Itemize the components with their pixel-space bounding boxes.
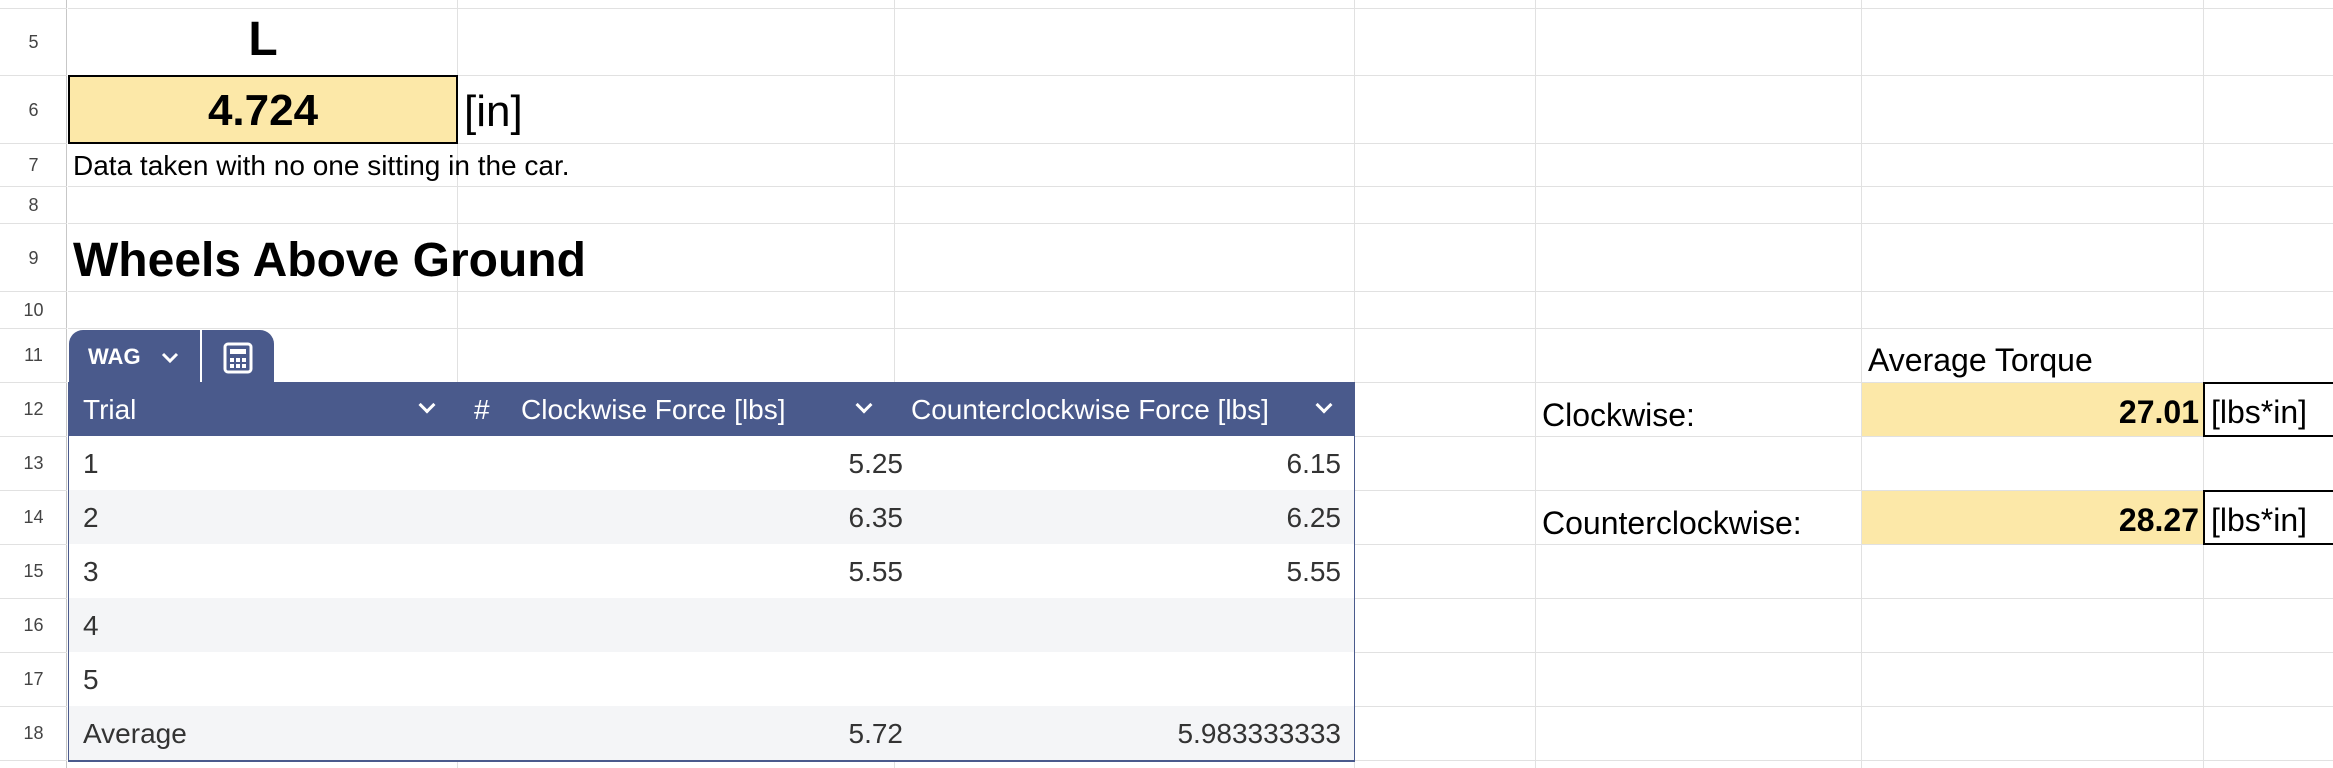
trial-cell[interactable]: 3 — [83, 556, 99, 588]
l-value-cell[interactable]: 4.724 — [68, 75, 458, 144]
trial-cell[interactable]: 2 — [83, 502, 99, 534]
row-gridline — [68, 291, 2333, 292]
column-header-clockwise[interactable]: Clockwise Force [lbs] — [521, 394, 786, 426]
note-cell[interactable]: Data taken with no one sitting in the ca… — [73, 150, 570, 182]
average-label-cell[interactable]: Average — [83, 718, 187, 750]
row-header[interactable]: 9 — [0, 248, 67, 269]
row-header-column: 5 6 7 8 9 10 11 12 13 14 15 16 17 18 — [0, 0, 67, 768]
table-row[interactable]: 3 5.55 5.55 — [69, 544, 1354, 598]
table-name-tab[interactable]: WAG — [69, 330, 200, 383]
table-row[interactable]: 1 5.25 6.15 — [69, 436, 1354, 490]
counterclockwise-cell[interactable]: 6.15 — [1287, 448, 1342, 480]
counterclockwise-unit: [lbs*in] — [2211, 502, 2308, 538]
counterclockwise-torque-cell[interactable]: 28.27 — [1862, 491, 2203, 544]
l-value: 4.724 — [207, 86, 319, 135]
trial-cell[interactable]: 4 — [83, 610, 99, 642]
counterclockwise-average-cell[interactable]: 5.983333333 — [1177, 718, 1341, 750]
row-header[interactable]: 6 — [0, 100, 67, 121]
chevron-down-icon[interactable] — [418, 396, 436, 414]
clockwise-unit: [lbs*in] — [2211, 394, 2308, 430]
counterclockwise-cell[interactable]: 6.25 — [1287, 502, 1342, 534]
counterclockwise-label[interactable]: Counterclockwise: — [1542, 505, 1802, 542]
row-header[interactable]: 17 — [0, 669, 67, 690]
average-torque-title[interactable]: Average Torque — [1868, 342, 2093, 379]
calculator-button[interactable] — [202, 330, 274, 383]
number-type-icon: # — [474, 394, 490, 425]
row-gridline — [68, 223, 2333, 224]
row-header[interactable]: 12 — [0, 399, 67, 420]
table-row[interactable]: 4 — [69, 598, 1354, 652]
row-header[interactable]: 13 — [0, 453, 67, 474]
row-gridline — [68, 328, 2333, 329]
chevron-down-icon[interactable] — [855, 396, 873, 414]
counterclockwise-unit-cell[interactable]: [lbs*in] — [2203, 490, 2333, 545]
row-header[interactable]: 7 — [0, 155, 67, 176]
table-name: WAG — [88, 344, 141, 369]
clockwise-unit-cell[interactable]: [lbs*in] — [2203, 382, 2333, 437]
row-header[interactable]: 11 — [0, 345, 67, 366]
clockwise-average-cell[interactable]: 5.72 — [849, 718, 904, 750]
chevron-down-icon[interactable] — [1315, 396, 1333, 414]
calculator-icon — [223, 342, 253, 374]
table-row[interactable]: 2 6.35 6.25 — [69, 490, 1354, 544]
clockwise-torque-cell[interactable]: 27.01 — [1862, 383, 2203, 436]
clockwise-label[interactable]: Clockwise: — [1542, 397, 1695, 434]
l-unit-cell[interactable]: [in] — [464, 87, 523, 137]
clockwise-torque-value: 27.01 — [2118, 394, 2199, 430]
row-header[interactable]: 14 — [0, 507, 67, 528]
column-header-counterclockwise[interactable]: Counterclockwise Force [lbs] — [911, 394, 1269, 426]
row-header[interactable]: 10 — [0, 300, 67, 321]
row-gridline — [68, 186, 2333, 187]
trial-cell[interactable]: 1 — [83, 448, 99, 480]
section-title[interactable]: Wheels Above Ground — [73, 233, 586, 288]
clockwise-cell[interactable]: 5.25 — [849, 448, 904, 480]
l-header-cell[interactable]: L — [69, 12, 457, 67]
table-row[interactable]: 5 — [69, 652, 1354, 706]
row-header[interactable]: 8 — [0, 195, 67, 216]
row-header[interactable]: 15 — [0, 561, 67, 582]
row-header[interactable]: 5 — [0, 32, 67, 53]
row-header[interactable]: 18 — [0, 723, 67, 744]
chevron-down-icon — [161, 352, 179, 364]
row-gridline — [68, 8, 2333, 9]
trial-cell[interactable]: 5 — [83, 664, 99, 696]
row-header[interactable]: 16 — [0, 615, 67, 636]
clockwise-cell[interactable]: 5.55 — [849, 556, 904, 588]
counterclockwise-cell[interactable]: 5.55 — [1287, 556, 1342, 588]
column-header-trial[interactable]: Trial — [83, 394, 136, 426]
table-header-row: Trial # Clockwise Force [lbs] Counterclo… — [69, 383, 1354, 436]
clockwise-cell[interactable]: 6.35 — [849, 502, 904, 534]
counterclockwise-torque-value: 28.27 — [2118, 502, 2199, 538]
table-footer-row[interactable]: Average 5.72 5.983333333 — [69, 706, 1354, 760]
